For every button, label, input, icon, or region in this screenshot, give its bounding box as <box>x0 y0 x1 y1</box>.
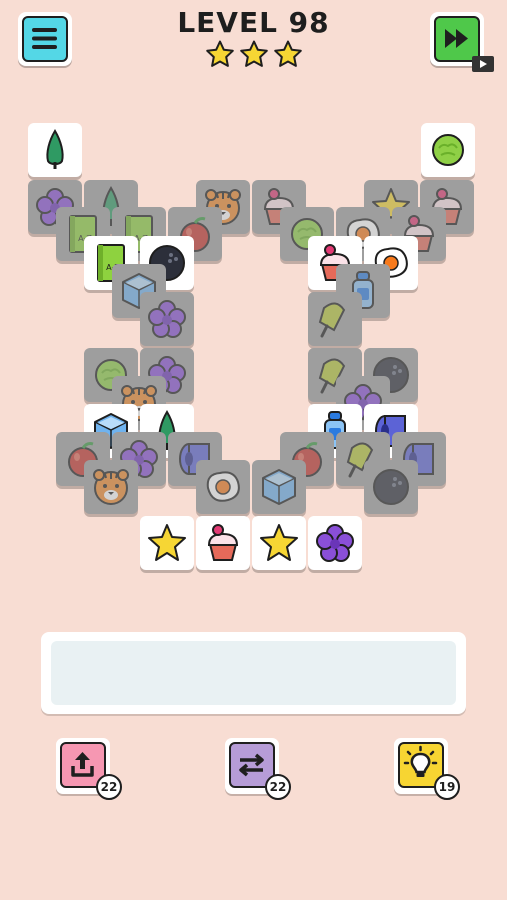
tile-tree[interactable] <box>28 123 82 177</box>
tile-cabbage[interactable] <box>421 123 475 177</box>
hint-count-badge: 19 <box>434 774 460 800</box>
ball-icon <box>373 469 409 505</box>
tile-egg <box>196 460 250 514</box>
tiger-icon <box>93 469 129 505</box>
shuffle-button[interactable]: 22 <box>225 738 291 800</box>
tile-cupcake[interactable] <box>196 516 250 570</box>
collection-tray <box>41 632 466 714</box>
tile-ball <box>364 460 418 514</box>
video-ad-icon <box>472 56 494 72</box>
undo-arrow-icon <box>71 752 94 777</box>
tile-ice-cube <box>252 460 306 514</box>
tile-tiger <box>84 460 138 514</box>
star-icon <box>205 40 234 67</box>
tile-popsicle <box>308 292 362 346</box>
flower-icon <box>148 300 186 338</box>
shuffle-icon <box>239 753 264 777</box>
egg-icon <box>206 471 240 502</box>
shuffle-count-badge: 22 <box>265 774 291 800</box>
lightbulb-icon <box>403 745 438 777</box>
tile-flower[interactable] <box>308 516 362 570</box>
cabbage-icon <box>432 134 464 166</box>
undo-count-badge: 22 <box>96 774 122 800</box>
tile-star[interactable] <box>252 516 306 570</box>
star-icon <box>260 524 298 561</box>
ice-cube-icon <box>262 469 296 505</box>
undo-button[interactable]: 22 <box>56 738 122 800</box>
cupcake-icon <box>207 524 239 561</box>
hint-button[interactable]: 19 <box>394 738 460 800</box>
star-icon <box>239 40 268 67</box>
tray-slot-area <box>51 641 456 705</box>
star-icon <box>148 524 186 561</box>
tree-icon <box>46 129 64 169</box>
flower-icon <box>316 524 354 562</box>
tile-flower <box>140 292 194 346</box>
tile-star[interactable] <box>140 516 194 570</box>
popsicle-icon <box>318 302 346 338</box>
fast-forward-icon <box>445 29 468 48</box>
star-icon <box>273 40 302 67</box>
